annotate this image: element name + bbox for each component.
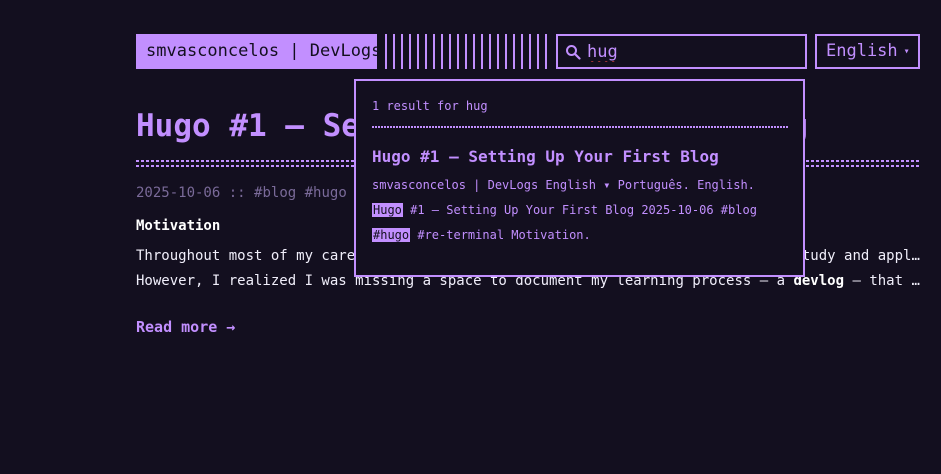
- post-date: 2025-10-06: [136, 185, 221, 201]
- search-input[interactable]: [587, 41, 787, 62]
- snippet-text: #re-terminal Motivation.: [410, 228, 591, 242]
- snippet-text: #1 — Setting Up Your First Blog 2025-10-…: [402, 203, 757, 217]
- post-meta: 2025-10-06 :: #blog #hugo: [136, 185, 347, 201]
- post-section-heading: Motivation: [136, 218, 221, 234]
- language-select-label: English: [826, 41, 898, 61]
- snippet-text: smvasconcelos | DevLogs English ▾ Portug…: [372, 178, 755, 192]
- snippet-highlight: #hugo: [372, 228, 411, 242]
- read-more-link[interactable]: Read more →: [136, 318, 235, 336]
- search-results-dropdown: 1 result for hug Hugo #1 — Setting Up Yo…: [354, 79, 805, 277]
- search-icon: [566, 44, 581, 60]
- meta-separator: ::: [228, 185, 246, 201]
- search-box[interactable]: [556, 34, 807, 69]
- language-select[interactable]: English ▾: [815, 34, 920, 69]
- search-result-snippet: smvasconcelos | DevLogs English ▾ Portug…: [372, 173, 792, 248]
- page: smvasconcelos | DevLogs English ▾ Hugo #1…: [0, 0, 941, 474]
- results-count: 1 result for hug: [372, 99, 488, 113]
- results-divider: [372, 126, 789, 128]
- snippet-highlight: Hugo: [372, 203, 403, 217]
- chevron-down-icon: ▾: [903, 46, 910, 57]
- site-logo[interactable]: smvasconcelos | DevLogs: [136, 34, 381, 69]
- search-result-title[interactable]: Hugo #1 — Setting Up Your First Blog: [372, 147, 719, 166]
- tag-link-hugo[interactable]: #hugo: [305, 185, 347, 201]
- header-decoration: [385, 34, 548, 69]
- excerpt-text: — that could help others.: [852, 273, 920, 289]
- tag-link-blog[interactable]: #blog: [254, 185, 296, 201]
